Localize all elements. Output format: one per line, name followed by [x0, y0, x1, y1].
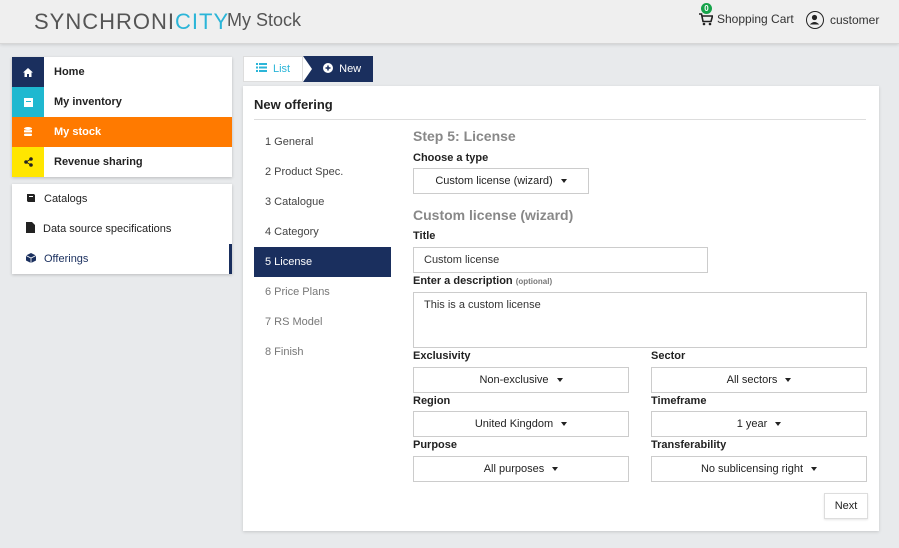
cart-icon: 0	[699, 3, 714, 26]
plus-circle-icon	[323, 62, 334, 76]
region-select[interactable]: United Kingdom	[413, 411, 629, 437]
title-label: Title	[413, 230, 436, 242]
caret-down-icon	[556, 378, 563, 382]
purpose-label: Purpose	[413, 439, 458, 451]
nav-item-label: Home	[54, 66, 85, 78]
home-icon	[12, 57, 44, 87]
select-value: Custom license (wizard)	[435, 175, 553, 187]
purpose-select[interactable]: All purposes	[413, 456, 629, 482]
new-offering-panel: New offering 1 General 2 Product Spec. 3…	[243, 86, 879, 531]
subnav-item-label: Catalogs	[44, 193, 88, 205]
divider	[254, 119, 866, 120]
caret-down-icon	[785, 378, 792, 382]
step-rs-model[interactable]: 7 RS Model	[254, 307, 391, 337]
nav-item-my-stock[interactable]: My stock	[12, 117, 232, 147]
top-header: SYNCHRONICITY My Stock 0 Shopping Cart c…	[0, 0, 899, 44]
cart-label: Shopping Cart	[717, 12, 794, 26]
wizard-heading: Custom license (wizard)	[413, 207, 574, 223]
list-icon	[256, 63, 267, 75]
main-nav: Home My inventory My stock Revenue shari…	[12, 57, 232, 177]
view-tabs: List New	[243, 56, 374, 82]
nav-item-my-inventory[interactable]: My inventory	[12, 87, 232, 117]
cart-count-badge: 0	[701, 3, 712, 14]
next-button[interactable]: Next	[824, 493, 868, 519]
database-icon	[12, 117, 44, 147]
step-heading: Step 5: License	[413, 128, 516, 144]
select-value: United Kingdom	[474, 418, 554, 430]
logo[interactable]: SYNCHRONICITY	[34, 9, 229, 35]
exclusivity-select[interactable]: Non-exclusive	[413, 367, 629, 393]
inventory-icon	[12, 87, 44, 117]
caret-down-icon	[775, 422, 782, 426]
subnav-item-data-source-specifications[interactable]: Data source specifications	[12, 214, 232, 244]
step-license[interactable]: 5 License	[254, 247, 391, 277]
page-title: My Stock	[227, 10, 302, 30]
license-type-select[interactable]: Custom license (wizard)	[413, 168, 589, 194]
share-icon	[12, 147, 44, 177]
user-name: customer	[830, 13, 880, 27]
tab-label: List	[273, 63, 291, 75]
nav-item-label: My stock	[54, 126, 102, 138]
caret-down-icon	[811, 467, 818, 471]
book-icon	[26, 193, 36, 206]
select-value: 1 year	[736, 418, 768, 430]
select-value: No sublicensing right	[700, 463, 804, 475]
user-icon	[806, 11, 824, 29]
tab-new[interactable]: New	[303, 56, 374, 82]
subnav-item-catalogs[interactable]: Catalogs	[12, 184, 232, 214]
nav-item-home[interactable]: Home	[12, 57, 232, 87]
step-catalogue[interactable]: 3 Catalogue	[254, 187, 391, 217]
file-icon	[26, 222, 35, 236]
panel-title: New offering	[254, 97, 333, 112]
subnav-item-label: Offerings	[44, 253, 89, 265]
caret-down-icon	[561, 422, 568, 426]
user-menu[interactable]: customer	[806, 11, 879, 29]
caret-down-icon	[552, 467, 559, 471]
description-label: Enter a description (optional)	[413, 275, 552, 287]
cube-icon	[25, 252, 37, 266]
step-finish[interactable]: 8 Finish	[254, 337, 391, 367]
subnav-item-offerings[interactable]: Offerings	[12, 244, 232, 274]
nav-item-label: Revenue sharing	[54, 156, 143, 168]
timeframe-select[interactable]: 1 year	[651, 411, 867, 437]
stock-subnav: Catalogs Data source specifications Offe…	[12, 184, 232, 274]
step-product-spec[interactable]: 2 Product Spec.	[254, 157, 391, 187]
sector-select[interactable]: All sectors	[651, 367, 867, 393]
step-category[interactable]: 4 Category	[254, 217, 391, 247]
timeframe-label: Timeframe	[651, 395, 707, 407]
transferability-label: Transferability	[651, 439, 727, 451]
nav-item-label: My inventory	[54, 96, 122, 108]
select-value: Non-exclusive	[479, 374, 549, 386]
tab-label: New	[339, 63, 362, 75]
title-input[interactable]: Custom license	[413, 247, 708, 273]
sector-label: Sector	[651, 350, 686, 362]
type-label: Choose a type	[413, 152, 489, 164]
tab-list[interactable]: List	[243, 56, 304, 82]
select-value: All sectors	[726, 374, 778, 386]
wizard-steps: 1 General 2 Product Spec. 3 Catalogue 4 …	[254, 127, 391, 367]
nav-item-revenue-sharing[interactable]: Revenue sharing	[12, 147, 232, 177]
step-price-plans[interactable]: 6 Price Plans	[254, 277, 391, 307]
step-general[interactable]: 1 General	[254, 127, 391, 157]
optional-hint: (optional)	[515, 277, 553, 286]
logo-accent: CITY	[175, 9, 230, 34]
region-label: Region	[413, 395, 451, 407]
select-value: All purposes	[483, 463, 545, 475]
subnav-item-label: Data source specifications	[43, 223, 172, 235]
shopping-cart-button[interactable]: 0 Shopping Cart	[699, 3, 794, 26]
caret-down-icon	[560, 179, 567, 183]
exclusivity-label: Exclusivity	[413, 350, 471, 362]
logo-main: SYNCHRONI	[34, 9, 176, 34]
description-label-text: Enter a description	[413, 275, 513, 287]
transferability-select[interactable]: No sublicensing right	[651, 456, 867, 482]
description-textarea[interactable]: This is a custom license	[413, 292, 867, 348]
